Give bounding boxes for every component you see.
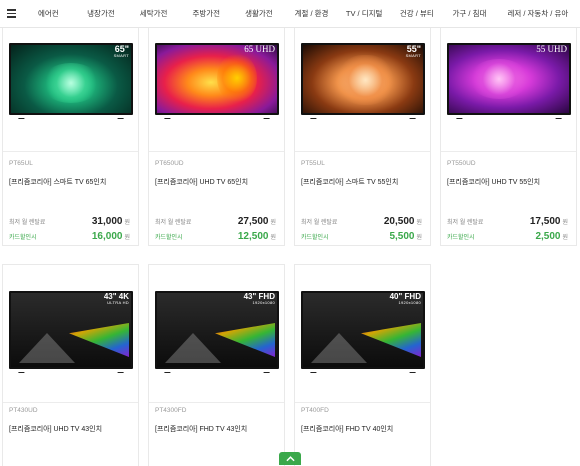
card-price: 16,000	[91, 231, 123, 242]
scroll-to-top-button[interactable]	[279, 452, 301, 465]
rent-label: 최저 월 렌탈료	[301, 220, 338, 226]
product-image[interactable]: 40" FHD 1920x1080	[295, 265, 430, 393]
product-image[interactable]: 55 UHD	[441, 15, 576, 139]
product-title[interactable]: [프리즘코리아] UHD TV 43인치	[9, 424, 102, 434]
rent-label: 최저 월 렌탈료	[447, 220, 484, 226]
nav-item-furniture[interactable]: 가구 / 침대	[443, 8, 496, 19]
product-title[interactable]: [프리즘코리아] 스마트 TV 55인치	[301, 177, 398, 187]
nav-item-living[interactable]: 생활가전	[233, 8, 286, 19]
product-title[interactable]: [프리즘코리아] FHD TV 40인치	[301, 424, 393, 434]
badge-sub: SMART	[113, 53, 129, 58]
rent-price-row: 최저 월 렌탈료 17,500 원	[447, 216, 568, 227]
product-grid: 65" SMART PT65UL [프리즘코리아] 스마트 TV 65인치 최저 …	[0, 0, 580, 466]
product-code: PT430UD	[9, 407, 38, 414]
card-discount-row: 카드할인시 5,500 원	[301, 231, 422, 242]
size-badge: 65 UHD	[244, 44, 275, 54]
hamburger-menu-icon[interactable]	[0, 0, 22, 28]
product-card[interactable]: 40" FHD 1920x1080 PT400FD [프리즘코리아] FHD TV…	[294, 264, 431, 466]
product-card[interactable]: 65 UHD PT650UD [프리즘코리아] UHD TV 65인치 최저 월…	[148, 14, 285, 246]
size-badge: 55 UHD	[536, 44, 567, 54]
card-price: 12,500	[237, 231, 269, 242]
rent-price-row: 최저 월 렌탈료 27,500 원	[155, 216, 276, 227]
rent-price: 17,500	[529, 216, 561, 227]
nav-item-tv-digital[interactable]: TV / 디지털	[338, 8, 391, 19]
rent-price-row: 최저 월 렌탈료 20,500 원	[301, 216, 422, 227]
product-code: PT55UL	[301, 160, 325, 167]
category-nav: 에어컨 냉장가전 세탁가전 주방가전 생활가전 계절 / 환경 TV / 디지털…	[0, 0, 580, 28]
card-price: 2,500	[535, 231, 561, 242]
rent-price: 27,500	[237, 216, 269, 227]
badge-sub: 1920x1080	[252, 300, 275, 305]
product-code: PT4300FD	[155, 407, 187, 414]
product-card[interactable]: 43" 4K ULTRA HD PT430UD [프리즘코리아] UHD TV 4…	[2, 264, 139, 466]
nav-item-kitchen[interactable]: 주방가전	[180, 8, 233, 19]
product-title[interactable]: [프리즘코리아] UHD TV 55인치	[447, 177, 540, 187]
product-title[interactable]: [프리즘코리아] 스마트 TV 65인치	[9, 177, 106, 187]
card-discount-row: 카드할인시 16,000 원	[9, 231, 130, 242]
product-card[interactable]: 55" SMART PT55UL [프리즘코리아] 스마트 TV 55인치 최저 …	[294, 14, 431, 246]
nav-item-season[interactable]: 계절 / 환경	[285, 8, 338, 19]
rent-price: 20,500	[383, 216, 415, 227]
product-card[interactable]: 55 UHD PT550UD [프리즘코리아] UHD TV 55인치 최저 월…	[440, 14, 577, 246]
product-title[interactable]: [프리즘코리아] FHD TV 43인치	[155, 424, 247, 434]
rent-price: 31,000	[91, 216, 123, 227]
product-card[interactable]: 65" SMART PT65UL [프리즘코리아] 스마트 TV 65인치 최저 …	[2, 14, 139, 246]
nav-item-laundry[interactable]: 세탁가전	[127, 8, 180, 19]
card-discount-row: 카드할인시 2,500 원	[447, 231, 568, 242]
chevron-up-icon	[285, 455, 295, 461]
nav-item-health-beauty[interactable]: 건강 / 뷰티	[390, 8, 443, 19]
product-image[interactable]: 55" SMART	[295, 15, 430, 139]
product-code: PT650UD	[155, 160, 184, 167]
card-label: 카드할인시	[301, 235, 329, 241]
product-card[interactable]: 43" FHD 1920x1080 PT4300FD [프리즘코리아] FHD T…	[148, 264, 285, 466]
nav-item-fridge[interactable]: 냉장가전	[75, 8, 128, 19]
nav-item-leisure[interactable]: 레저 / 자동차 / 유아	[496, 8, 580, 19]
card-label: 카드할인시	[155, 235, 183, 241]
product-image[interactable]: 43" 4K ULTRA HD	[3, 265, 138, 393]
badge-sub: ULTRA HD	[107, 300, 129, 305]
product-image[interactable]: 43" FHD 1920x1080	[149, 265, 284, 393]
product-image[interactable]: 65" SMART	[3, 15, 138, 139]
card-label: 카드할인시	[9, 235, 37, 241]
product-code: PT65UL	[9, 160, 33, 167]
product-code: PT550UD	[447, 160, 476, 167]
rent-price-row: 최저 월 렌탈료 31,000 원	[9, 216, 130, 227]
product-image[interactable]: 65 UHD	[149, 15, 284, 139]
card-price: 5,500	[389, 231, 415, 242]
card-discount-row: 카드할인시 12,500 원	[155, 231, 276, 242]
card-label: 카드할인시	[447, 235, 475, 241]
badge-sub: SMART	[405, 53, 421, 58]
rent-label: 최저 월 렌탈료	[9, 220, 46, 226]
rent-label: 최저 월 렌탈료	[155, 220, 192, 226]
nav-item-aircon[interactable]: 에어컨	[22, 8, 75, 19]
product-code: PT400FD	[301, 407, 329, 414]
product-title[interactable]: [프리즘코리아] UHD TV 65인치	[155, 177, 248, 187]
badge-sub: 1920x1080	[398, 300, 421, 305]
